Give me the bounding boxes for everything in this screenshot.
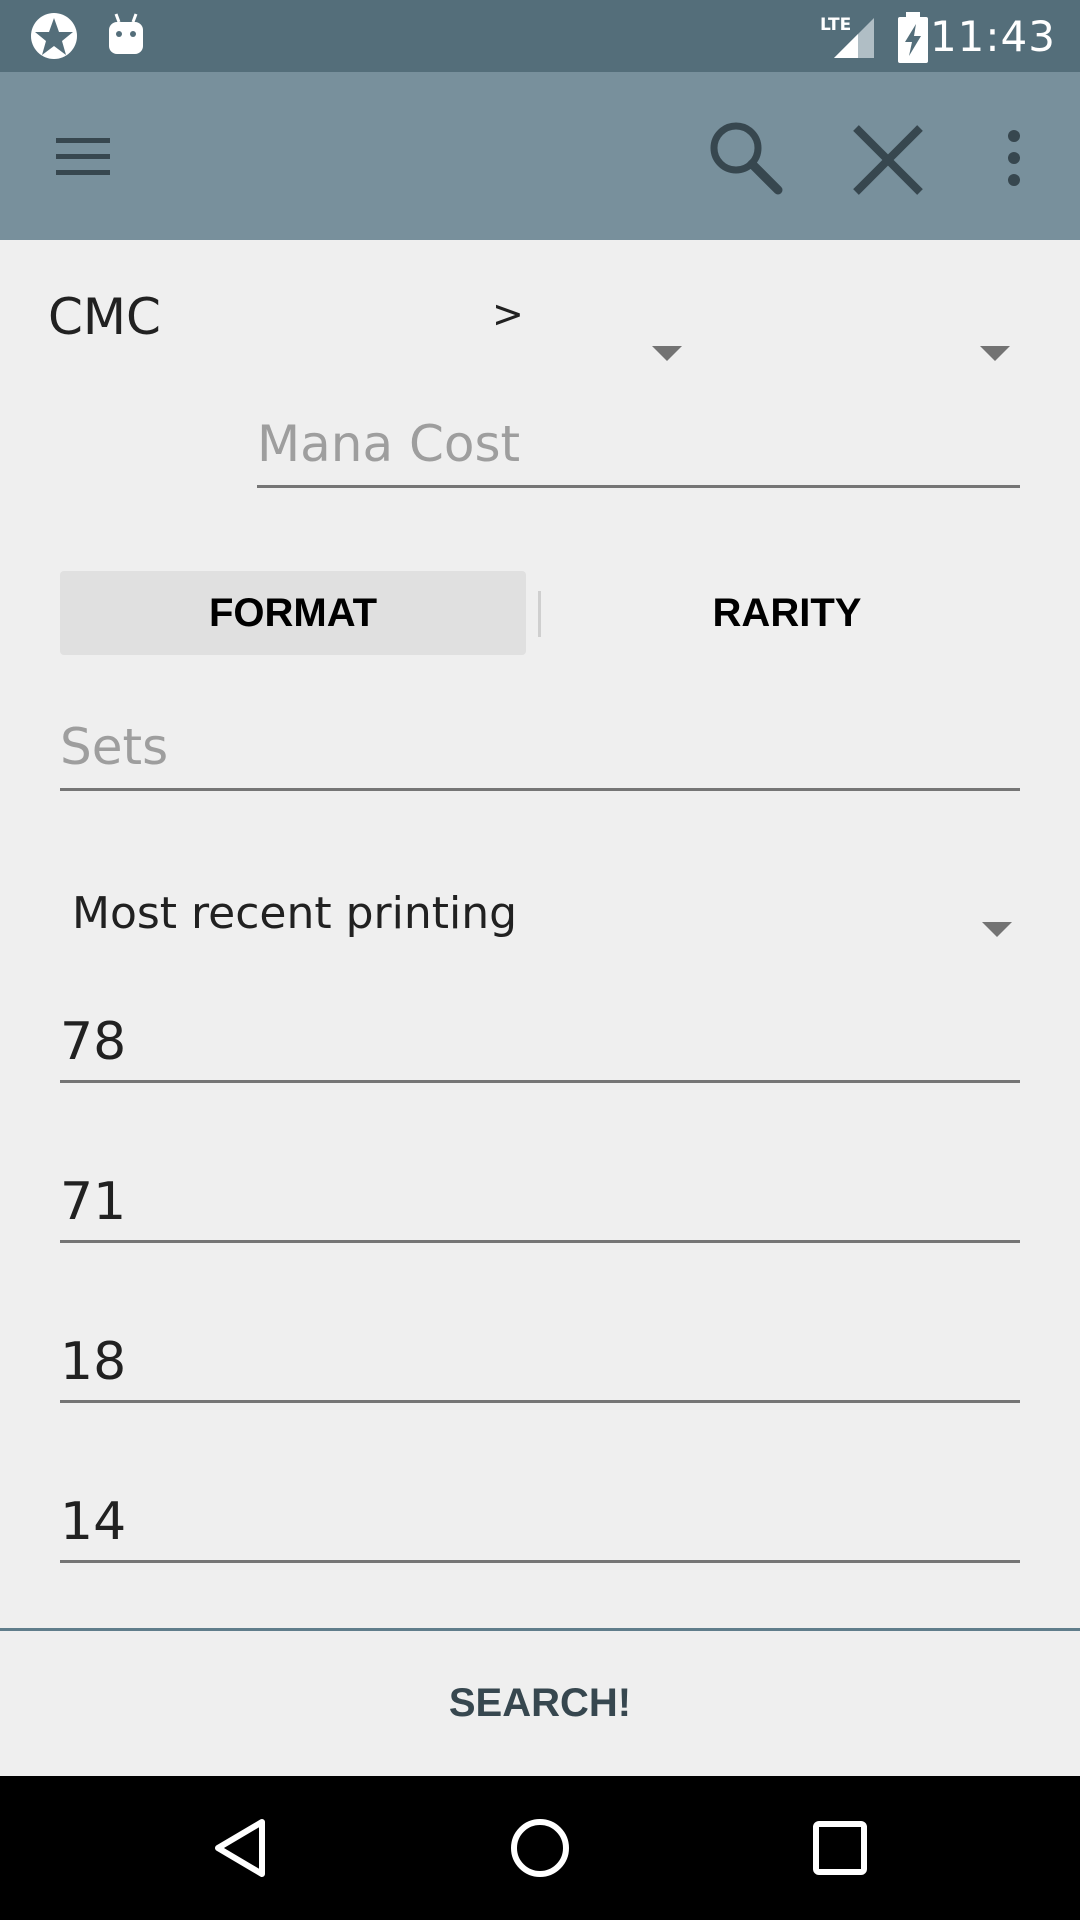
battery-charging-icon (898, 12, 928, 63)
search-button-label: SEARCH! (448, 1681, 632, 1725)
cmc-operator-value: > (492, 292, 524, 336)
number-field-4[interactable]: 14 (60, 1490, 1020, 1563)
search-form: CMC > Mana Cost FORMAT RARITY Sets Most … (0, 240, 1080, 1630)
mana-cost-field[interactable]: Mana Cost (257, 415, 1020, 488)
menu-icon[interactable] (54, 134, 114, 178)
number-field-1-value: 78 (60, 1012, 127, 1072)
navigation-bar (0, 1776, 1080, 1920)
recents-icon[interactable] (812, 1820, 868, 1876)
button-divider (538, 591, 541, 637)
printing-spinner-value: Most recent printing (72, 888, 518, 939)
chevron-down-icon (652, 346, 682, 361)
chevron-down-icon (982, 922, 1012, 937)
app-bar (0, 72, 1080, 240)
format-button[interactable]: FORMAT (60, 571, 526, 655)
app-notification-icon (31, 13, 77, 59)
cmc-value-spinner[interactable] (720, 280, 1020, 361)
rarity-button[interactable]: RARITY (554, 571, 1020, 655)
more-vert-icon[interactable] (1002, 128, 1026, 188)
status-bar: LTE 11:43 (0, 0, 1080, 72)
number-field-2-value: 71 (60, 1172, 127, 1232)
sets-placeholder: Sets (60, 718, 169, 776)
android-debug-icon (109, 13, 143, 54)
search-button[interactable]: SEARCH! (0, 1631, 1080, 1776)
number-field-3[interactable]: 18 (60, 1330, 1020, 1403)
sets-field[interactable]: Sets (60, 718, 1020, 791)
lte-signal-icon: LTE (820, 15, 874, 58)
cmc-label: CMC (48, 288, 161, 346)
cmc-operator-spinner[interactable]: > (480, 280, 690, 361)
status-time: 11:43 (929, 12, 1056, 61)
mana-cost-placeholder: Mana Cost (257, 415, 521, 473)
format-button-label: FORMAT (208, 590, 378, 635)
chevron-down-icon (980, 346, 1010, 361)
close-icon[interactable] (848, 120, 928, 200)
search-button-bar: SEARCH! (0, 1628, 1080, 1779)
number-field-3-value: 18 (60, 1332, 127, 1392)
number-field-4-value: 14 (60, 1492, 127, 1552)
back-icon[interactable] (210, 1816, 270, 1880)
search-icon[interactable] (704, 116, 788, 200)
number-field-2[interactable]: 71 (60, 1170, 1020, 1243)
home-icon[interactable] (508, 1816, 572, 1880)
rarity-button-label: RARITY (712, 590, 862, 635)
number-field-1[interactable]: 78 (60, 1010, 1020, 1083)
svg-text:LTE: LTE (820, 15, 851, 35)
printing-spinner[interactable]: Most recent printing (60, 870, 1020, 960)
mana-color-spinner[interactable] (130, 420, 240, 643)
